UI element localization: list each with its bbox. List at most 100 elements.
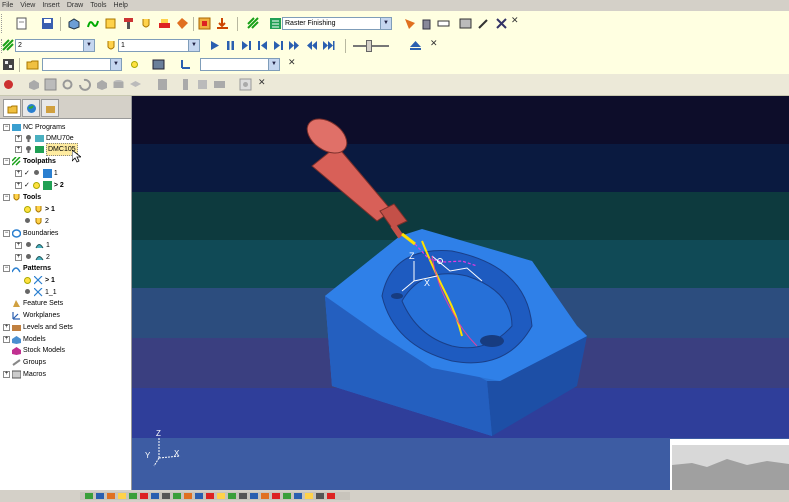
strategy-select[interactable]: Raster Finishing ▼ xyxy=(282,17,392,30)
speed-slider-handle[interactable] xyxy=(366,40,372,52)
tree-item-tool-2[interactable]: 2 xyxy=(23,216,49,227)
tree-levels-and-sets[interactable]: + Levels and Sets xyxy=(3,322,73,333)
start-point-icon[interactable] xyxy=(197,16,212,31)
rewind-icon[interactable] xyxy=(304,38,319,53)
step-icon[interactable] xyxy=(239,38,254,53)
tool-icon[interactable] xyxy=(139,16,154,31)
tool-shape-icon[interactable] xyxy=(155,77,170,92)
tree-models[interactable]: + Models xyxy=(3,334,46,345)
record-icon[interactable] xyxy=(1,77,16,92)
cube-icon[interactable] xyxy=(43,77,58,92)
folder-icon[interactable] xyxy=(25,57,40,72)
chevron-down-icon[interactable]: ▼ xyxy=(268,59,279,70)
close-icon[interactable]: ✕ xyxy=(430,38,438,49)
chevron-down-icon[interactable]: ▼ xyxy=(110,59,121,70)
tool-icon xyxy=(35,206,42,213)
menu-insert[interactable]: Insert xyxy=(42,0,60,11)
refresh-icon[interactable] xyxy=(77,77,92,92)
stop-icon[interactable] xyxy=(238,77,253,92)
shaded-view-icon[interactable] xyxy=(26,77,41,92)
layers-icon[interactable] xyxy=(128,77,143,92)
menu-view[interactable]: View xyxy=(20,0,35,11)
grid-icon[interactable] xyxy=(458,16,473,31)
pattern-icon[interactable] xyxy=(103,16,118,31)
tree-item-toolpath-2[interactable]: + ✓ > 2 xyxy=(15,180,64,191)
trash-icon[interactable] xyxy=(419,16,434,31)
tree-toolpaths[interactable]: − Toolpaths xyxy=(3,156,56,167)
save-icon[interactable] xyxy=(40,16,55,31)
step-back-icon[interactable] xyxy=(255,38,270,53)
workplane-select[interactable]: ▼ xyxy=(200,58,280,71)
macro-icon xyxy=(12,370,21,379)
workplane-icon[interactable] xyxy=(178,57,193,72)
fast-forward-icon[interactable] xyxy=(287,38,302,53)
menu-help[interactable]: Help xyxy=(114,0,128,11)
tree-item-dmc105[interactable]: + DMC105 xyxy=(15,143,78,156)
tree-stock-models[interactable]: Stock Models xyxy=(12,345,65,356)
holder-view-icon[interactable] xyxy=(178,77,193,92)
cylinder-icon[interactable] xyxy=(111,77,126,92)
lightbulb-icon xyxy=(26,242,31,247)
feeds-icon[interactable] xyxy=(157,16,172,31)
graphics-viewport[interactable]: Z X Z Y X xyxy=(132,96,789,490)
step-forward-icon[interactable] xyxy=(271,38,286,53)
close-icon[interactable]: ✕ xyxy=(288,57,296,68)
new-icon[interactable] xyxy=(14,16,29,31)
block-icon[interactable] xyxy=(66,16,81,31)
calculate-icon[interactable] xyxy=(402,16,417,31)
tool-select[interactable]: 1 ▼ xyxy=(118,39,200,52)
tree-item-boundary-2[interactable]: + 2 xyxy=(15,252,50,263)
tab-toolbox[interactable] xyxy=(41,99,59,117)
chevron-down-icon[interactable]: ▼ xyxy=(380,18,391,29)
svg-text:X: X xyxy=(174,449,180,458)
tree-item-pattern-1-1[interactable]: 1_1 xyxy=(23,287,57,298)
menu-file[interactable]: File xyxy=(2,0,13,11)
tree-boundaries[interactable]: − Boundaries xyxy=(3,228,58,239)
tree-nc-programs[interactable]: − NC Programs xyxy=(3,122,65,133)
close-icon[interactable]: ✕ xyxy=(258,77,266,88)
tree-item-boundary-1[interactable]: + 1 xyxy=(15,240,50,251)
tree-item-tool-1[interactable]: > 1 xyxy=(23,204,55,215)
tree-groups[interactable]: Groups xyxy=(12,357,46,368)
arrange-icon[interactable] xyxy=(494,16,509,31)
chevron-down-icon[interactable]: ▼ xyxy=(83,40,94,51)
pause-icon[interactable] xyxy=(223,38,238,53)
tree-workplanes[interactable]: Workplanes xyxy=(12,310,60,321)
light-icon[interactable] xyxy=(127,57,142,72)
table-icon[interactable] xyxy=(212,77,227,92)
menu-draw[interactable]: Draw xyxy=(67,0,83,11)
model-select[interactable]: ▼ xyxy=(42,58,122,71)
tool-holder-icon[interactable] xyxy=(121,16,136,31)
rotate-icon[interactable] xyxy=(60,77,75,92)
boundary-icon[interactable] xyxy=(85,16,100,31)
tree-tools[interactable]: − Tools xyxy=(3,192,41,203)
play-icon[interactable] xyxy=(207,38,222,53)
menu-bar: File View Insert Draw Tools Help xyxy=(0,0,789,11)
leads-links-icon[interactable] xyxy=(175,16,190,31)
tab-explorer[interactable] xyxy=(3,99,21,117)
stock-view-icon[interactable] xyxy=(94,77,109,92)
tree-patterns[interactable]: − Patterns xyxy=(3,263,51,274)
menu-tools[interactable]: Tools xyxy=(90,0,106,11)
workplane-icon xyxy=(12,312,20,320)
raster-finishing-icon xyxy=(268,16,283,31)
chevron-down-icon[interactable]: ▼ xyxy=(188,40,199,51)
tab-html[interactable] xyxy=(22,99,40,117)
tree-macros[interactable]: + Macros xyxy=(3,369,46,380)
tree-feature-sets[interactable]: Feature Sets xyxy=(12,298,63,309)
ruler-icon[interactable] xyxy=(436,16,451,31)
toolpath-icon xyxy=(42,169,52,178)
go-to-end-icon[interactable] xyxy=(321,38,336,53)
stock-model-icon[interactable] xyxy=(1,57,16,72)
wand-icon[interactable] xyxy=(476,16,491,31)
toolpath-strategy-icon[interactable] xyxy=(246,16,261,31)
eject-icon[interactable] xyxy=(408,38,423,53)
end-point-icon[interactable] xyxy=(215,16,230,31)
toolbar-grip[interactable] xyxy=(1,14,5,33)
tree-item-toolpath-1[interactable]: + ✓ 1 xyxy=(15,168,58,179)
collision-icon[interactable] xyxy=(195,77,210,92)
tree-item-pattern-1[interactable]: > 1 xyxy=(23,275,55,286)
toolpath-select[interactable]: 2 ▼ xyxy=(15,39,95,52)
close-icon[interactable]: ✕ xyxy=(511,15,519,26)
machine-icon[interactable] xyxy=(151,57,166,72)
